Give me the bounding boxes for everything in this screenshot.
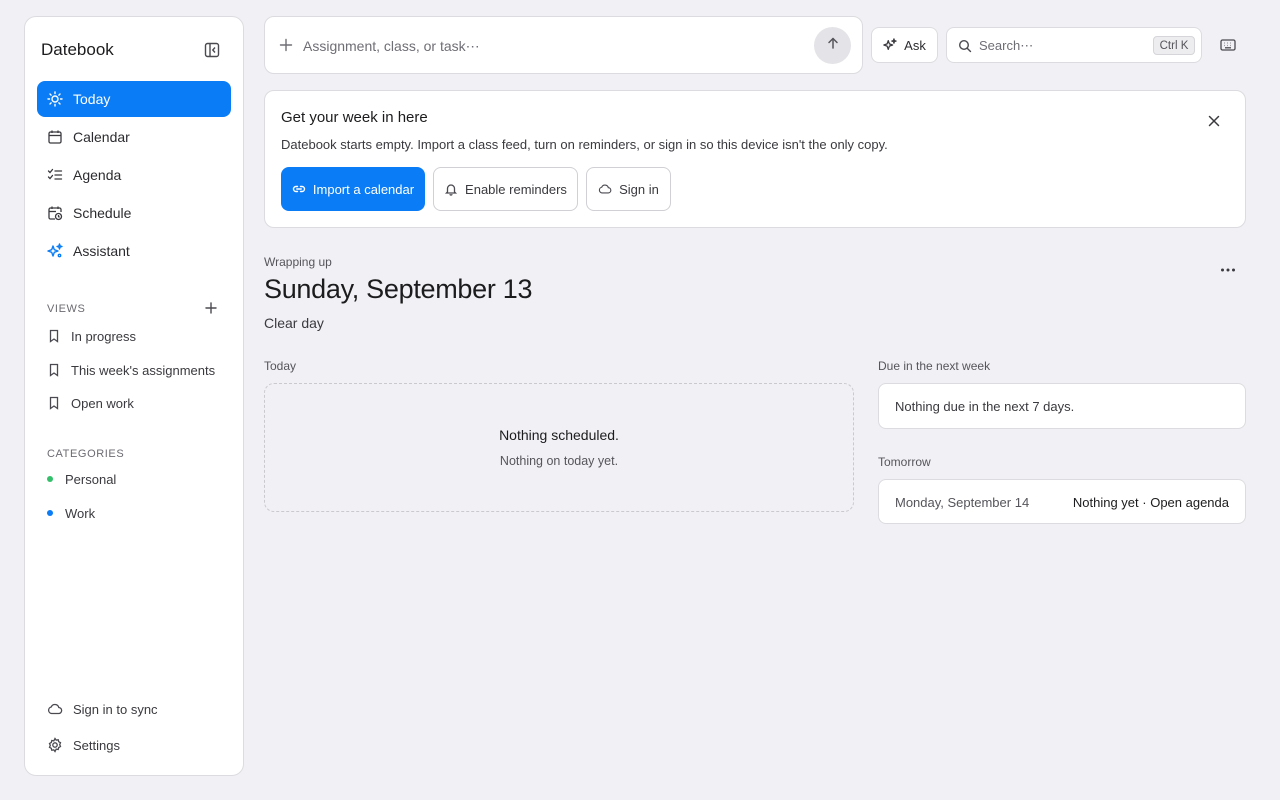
bookmark-icon (47, 363, 61, 377)
category-work[interactable]: Work (47, 503, 95, 523)
more-options-icon[interactable] (1218, 261, 1238, 279)
nav-item-label: Schedule (73, 205, 132, 221)
bookmark-icon (47, 396, 61, 410)
sync-label: Sign in to sync (73, 701, 158, 717)
open-agenda-link[interactable]: Nothing yet · Open agenda (1073, 495, 1229, 510)
sidebar-header: Datebook (41, 39, 227, 61)
sparkles-icon (883, 38, 897, 52)
import-label: Import a calendar (312, 181, 415, 197)
nav-item-label: Calendar (73, 129, 130, 145)
tomorrow-date: Monday, September 14 (895, 495, 1030, 510)
categories-section-label: CATEGORIES (47, 448, 125, 460)
day-eyebrow: Wrapping up (264, 255, 332, 269)
view-item-this-week[interactable]: This week's assignments (47, 360, 215, 380)
today-section-label: Today (264, 359, 297, 373)
nav-item-label: Agenda (73, 167, 122, 183)
reminders-label: Enable reminders (465, 181, 567, 197)
submit-button[interactable] (814, 27, 851, 64)
view-item-label: This week's assignments (71, 362, 216, 378)
calendar-icon (47, 129, 63, 145)
signin-label: Sign in (619, 181, 659, 197)
next-week-text: Nothing due in the next 7 days. (895, 399, 1075, 414)
view-item-label: In progress (71, 328, 137, 344)
category-dot (47, 476, 53, 482)
close-icon[interactable] (1207, 114, 1221, 128)
quick-add-bar (264, 16, 863, 74)
calendar-clock-icon (47, 205, 63, 221)
sign-in-button[interactable]: Sign in (586, 167, 671, 211)
add-view-icon[interactable] (203, 300, 219, 316)
nav-item-calendar[interactable]: Calendar (37, 119, 231, 155)
arrow-up-icon (826, 36, 840, 55)
views-section-label: VIEWS (47, 303, 86, 315)
main-nav: Today Calendar Agenda Schedule Assistant (37, 81, 231, 271)
next-week-card: Nothing due in the next 7 days. (878, 383, 1246, 429)
nav-item-label: Today (73, 91, 111, 107)
list-check-icon (47, 167, 63, 183)
empty-subtitle: Nothing on today yet. (499, 454, 619, 468)
enable-reminders-button[interactable]: Enable reminders (433, 167, 578, 211)
tomorrow-section-label: Tomorrow (878, 455, 931, 469)
import-calendar-button[interactable]: Import a calendar (281, 167, 425, 211)
category-dot (47, 510, 53, 516)
bookmark-icon (47, 329, 61, 343)
view-item-open-work[interactable]: Open work (47, 393, 134, 413)
category-personal[interactable]: Personal (47, 469, 116, 489)
sidebar-collapse-icon[interactable] (203, 41, 221, 59)
keyboard-icon[interactable] (1218, 35, 1238, 55)
settings-label: Settings (73, 737, 120, 753)
empty-title: Nothing scheduled. (499, 427, 619, 443)
shortcut-badge: Ctrl K (1153, 36, 1195, 55)
bell-icon (444, 182, 458, 196)
ask-label: Ask (904, 37, 926, 53)
plus-icon (279, 38, 293, 52)
today-empty-state: Nothing scheduled. Nothing on today yet. (264, 383, 854, 512)
nav-item-today[interactable]: Today (37, 81, 231, 117)
search-icon (958, 39, 972, 53)
sparkles-icon (47, 243, 63, 259)
ask-button[interactable]: Ask (871, 27, 938, 63)
nav-item-schedule[interactable]: Schedule (37, 195, 231, 231)
category-label: Personal (65, 471, 117, 487)
settings-button[interactable]: Settings (47, 735, 120, 755)
link-icon (292, 182, 306, 196)
cloud-icon (47, 701, 63, 717)
cloud-icon (598, 182, 612, 196)
banner-title: Get your week in here (281, 109, 428, 126)
view-item-in-progress[interactable]: In progress (47, 326, 136, 346)
sidebar: Datebook Today Calendar Agenda Schedule … (24, 16, 244, 776)
onboarding-banner: Get your week in here Datebook starts em… (264, 90, 1246, 228)
search-box: Ctrl K (946, 27, 1202, 63)
sun-icon (47, 91, 63, 107)
nav-item-agenda[interactable]: Agenda (37, 157, 231, 193)
nav-item-assistant[interactable]: Assistant (37, 233, 231, 269)
nav-item-label: Assistant (73, 243, 130, 259)
view-item-label: Open work (71, 395, 134, 411)
page-title: Sunday, September 13 (264, 274, 533, 304)
category-label: Work (65, 505, 96, 521)
tomorrow-card[interactable]: Monday, September 14 Nothing yet · Open … (878, 479, 1246, 524)
next-week-section-label: Due in the next week (878, 359, 991, 373)
day-subtitle: Clear day (264, 315, 324, 331)
gear-icon (47, 737, 63, 753)
banner-text: Datebook starts empty. Import a class fe… (281, 137, 888, 152)
app-title: Datebook (41, 40, 114, 59)
search-input[interactable] (979, 36, 1139, 54)
sign-in-to-sync-button[interactable]: Sign in to sync (47, 699, 158, 719)
quick-add-input[interactable] (303, 36, 803, 56)
